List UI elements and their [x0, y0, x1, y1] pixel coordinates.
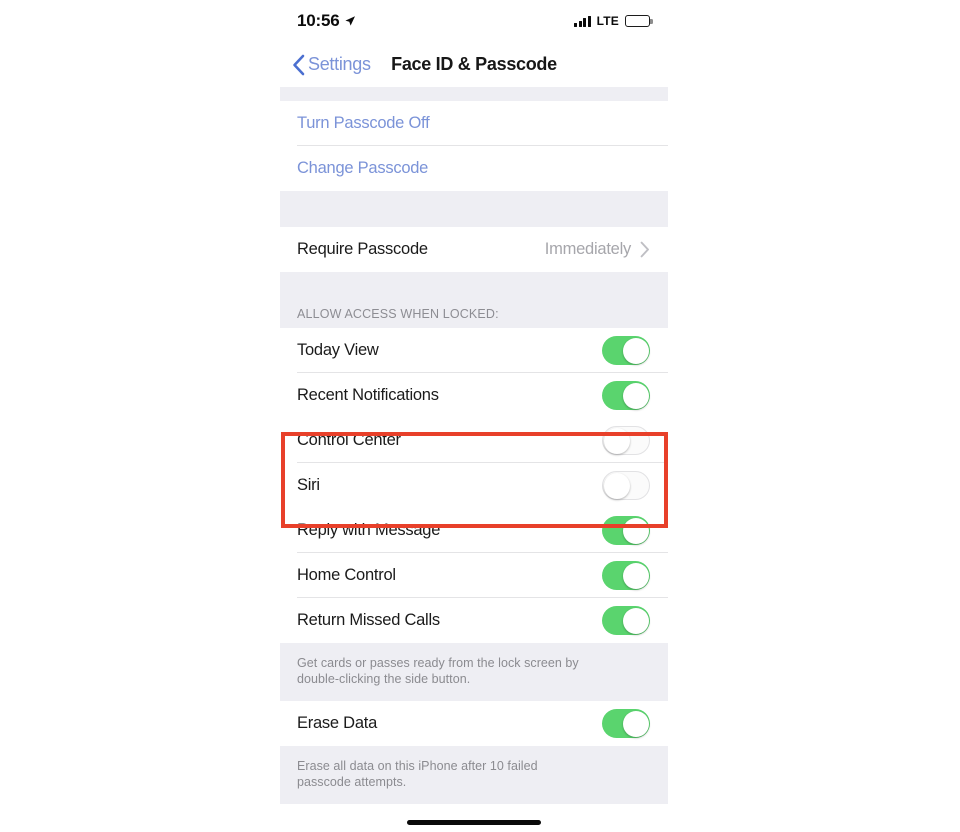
status-bar: 10:56 LTE [280, 0, 668, 42]
erase-data-group: Erase Data [280, 701, 668, 746]
navigation-bar: Settings Face ID & Passcode [280, 42, 668, 87]
chevron-left-icon [293, 54, 305, 75]
toggle-home-control[interactable] [602, 561, 650, 590]
row-recent-notifications[interactable]: Recent Notifications [280, 373, 668, 418]
allow-access-footer-note: Get cards or passes ready from the lock … [280, 643, 668, 701]
row-erase-data[interactable]: Erase Data [280, 701, 668, 746]
status-bar-left: 10:56 [297, 11, 356, 31]
allow-access-group: Today View Recent Notifications Control … [280, 328, 668, 643]
row-label: Control Center [297, 431, 401, 449]
turn-passcode-off-row[interactable]: Turn Passcode Off [280, 101, 668, 146]
row-label: Home Control [297, 566, 396, 584]
allow-access-section-header: ALLOW ACCESS WHEN LOCKED: [280, 272, 668, 328]
erase-data-footer-note: Erase all data on this iPhone after 10 f… [280, 746, 668, 804]
toggle-return-missed-calls[interactable] [602, 606, 650, 635]
cellular-signal-icon [574, 15, 591, 27]
require-passcode-value-group: Immediately [545, 240, 650, 259]
row-label: Reply with Message [297, 521, 441, 539]
row-home-control[interactable]: Home Control [280, 553, 668, 598]
footer-note-line-2: double-clicking the side button. [297, 672, 471, 686]
erase-note-line-1: Erase all data on this iPhone after 10 f… [297, 759, 538, 773]
network-type-label: LTE [596, 14, 619, 28]
row-reply-with-message[interactable]: Reply with Message [280, 508, 668, 553]
back-button-label: Settings [308, 54, 371, 74]
allow-access-header-label: ALLOW ACCESS WHEN LOCKED: [297, 307, 499, 321]
toggle-control-center[interactable] [602, 426, 650, 455]
row-label: Siri [297, 476, 320, 494]
toggle-reply-with-message[interactable] [602, 516, 650, 545]
chevron-right-icon [640, 241, 649, 258]
home-indicator [407, 820, 541, 825]
row-label: Today View [297, 341, 379, 359]
row-return-missed-calls[interactable]: Return Missed Calls [280, 598, 668, 643]
section-gap [280, 191, 668, 227]
toggle-erase-data[interactable] [602, 709, 650, 738]
screenshot-canvas: 10:56 LTE Settings Face ID & Passcode Tu… [0, 0, 960, 832]
toggle-siri[interactable] [602, 471, 650, 500]
row-today-view[interactable]: Today View [280, 328, 668, 373]
row-siri[interactable]: Siri [280, 463, 668, 508]
footer-note-line-1: Get cards or passes ready from the lock … [297, 656, 579, 670]
section-gap [280, 87, 668, 101]
location-arrow-icon [345, 16, 356, 26]
toggle-recent-notifications[interactable] [602, 381, 650, 410]
require-passcode-label: Require Passcode [297, 240, 428, 258]
passcode-actions-group: Turn Passcode Off Change Passcode [280, 101, 668, 191]
erase-data-label: Erase Data [297, 714, 378, 732]
row-control-center[interactable]: Control Center [280, 418, 668, 463]
status-bar-time: 10:56 [297, 11, 340, 30]
toggle-today-view[interactable] [602, 336, 650, 365]
battery-full-icon [625, 15, 653, 27]
back-button[interactable]: Settings [292, 54, 371, 76]
row-label: Recent Notifications [297, 386, 439, 404]
change-passcode-label: Change Passcode [297, 159, 429, 177]
require-passcode-value: Immediately [544, 240, 631, 258]
turn-passcode-off-label: Turn Passcode Off [297, 114, 430, 132]
change-passcode-row[interactable]: Change Passcode [280, 146, 668, 191]
status-bar-right: LTE [574, 14, 653, 28]
iphone-screen: 10:56 LTE Settings Face ID & Passcode Tu… [280, 0, 668, 832]
require-passcode-row[interactable]: Require Passcode Immediately [280, 227, 668, 272]
require-passcode-group: Require Passcode Immediately [280, 227, 668, 272]
row-label: Return Missed Calls [297, 611, 440, 629]
erase-note-line-2: passcode attempts. [297, 775, 407, 789]
